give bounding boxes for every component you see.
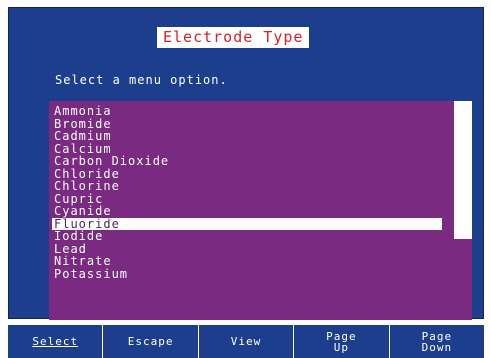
escape-softkey-label: Escape <box>127 335 174 348</box>
list-item-bromide[interactable]: Bromide <box>52 117 452 131</box>
page-down-softkey[interactable]: Page Down <box>390 325 484 358</box>
view-softkey[interactable]: View <box>199 325 295 358</box>
list-item-potassium[interactable]: Potassium <box>52 267 452 281</box>
list-item-carbon-dioxide[interactable]: Carbon Dioxide <box>52 155 452 168</box>
page-down-softkey-label: Page Down <box>421 329 453 354</box>
page-title: Electrode Type <box>157 27 310 48</box>
list-item-cupric[interactable]: Cupric <box>52 192 452 206</box>
list-item-cyanide[interactable]: Cyanide <box>52 205 452 218</box>
list-item-ammonia[interactable]: Ammonia <box>52 105 452 118</box>
softkey-bar: Select Escape View Page Up Page Down <box>8 325 484 358</box>
meter-screen: Electrode Type Select a menu option. Amm… <box>0 0 491 358</box>
menu-prompt: Select a menu option. <box>55 73 228 87</box>
electrode-list[interactable]: Ammonia Bromide Cadmium Calcium Carbon D… <box>49 101 472 320</box>
select-softkey-label: Select <box>32 335 79 348</box>
list-item-nitrate[interactable]: Nitrate <box>52 255 452 268</box>
list-item-fluoride-selected[interactable]: Fluoride <box>52 217 442 230</box>
select-softkey[interactable]: Select <box>8 325 104 358</box>
view-softkey-label: View <box>230 335 262 348</box>
scrollbar-thumb[interactable] <box>454 239 472 320</box>
list-item-cadmium[interactable]: Cadmium <box>52 130 452 143</box>
scrollbar[interactable] <box>454 101 472 320</box>
page-up-softkey[interactable]: Page Up <box>294 325 390 358</box>
page-up-softkey-label: Page Up <box>326 329 357 354</box>
list-item-iodide[interactable]: Iodide <box>52 230 452 243</box>
list-item-lead[interactable]: Lead <box>52 242 452 256</box>
electrode-list-body: Ammonia Bromide Cadmium Calcium Carbon D… <box>49 101 454 320</box>
list-item-chlorine[interactable]: Chlorine <box>52 180 452 193</box>
escape-softkey[interactable]: Escape <box>103 325 199 358</box>
electrode-list-items: Ammonia Bromide Cadmium Calcium Carbon D… <box>52 105 452 280</box>
electrode-type-panel: Electrode Type Select a menu option. Amm… <box>8 7 484 320</box>
